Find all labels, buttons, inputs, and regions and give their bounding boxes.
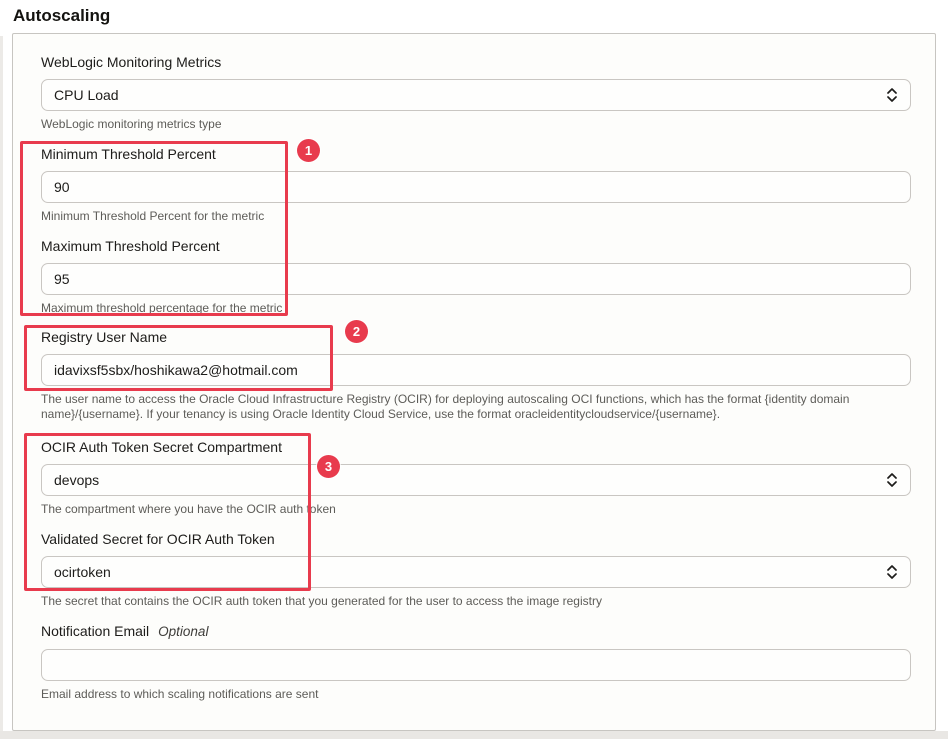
notification-email-label-text: Notification Email — [41, 623, 149, 639]
field-group-notification-email: Notification Email Optional Email address… — [41, 621, 911, 702]
ocir-compartment-help: The compartment where you have the OCIR … — [41, 502, 911, 517]
registry-user-name-input[interactable] — [41, 354, 911, 386]
field-group-ocir-compartment: OCIR Auth Token Secret Compartment devop… — [41, 437, 911, 517]
weblogic-monitoring-metrics-label: WebLogic Monitoring Metrics — [41, 52, 911, 72]
ocir-secret-label: Validated Secret for OCIR Auth Token — [41, 529, 911, 549]
annotation-badge-2: 2 — [345, 320, 368, 343]
page-title: Autoscaling — [13, 6, 110, 26]
chevron-up-down-icon — [886, 564, 898, 580]
notification-email-help: Email address to which scaling notificat… — [41, 687, 911, 702]
maximum-threshold-input[interactable] — [41, 263, 911, 295]
ocir-secret-help: The secret that contains the OCIR auth t… — [41, 594, 911, 609]
minimum-threshold-help: Minimum Threshold Percent for the metric — [41, 209, 911, 224]
notification-email-label: Notification Email Optional — [41, 621, 911, 642]
field-group-weblogic-monitoring-metrics: WebLogic Monitoring Metrics CPU Load Web… — [41, 52, 911, 132]
weblogic-monitoring-metrics-select[interactable]: CPU Load — [41, 79, 911, 111]
field-group-maximum-threshold: Maximum Threshold Percent Maximum thresh… — [41, 236, 911, 316]
chevron-up-down-icon — [886, 472, 898, 488]
weblogic-monitoring-metrics-help: WebLogic monitoring metrics type — [41, 117, 911, 132]
field-group-minimum-threshold: Minimum Threshold Percent Minimum Thresh… — [41, 144, 911, 224]
maximum-threshold-label: Maximum Threshold Percent — [41, 236, 911, 256]
maximum-threshold-help: Maximum threshold percentage for the met… — [41, 301, 911, 316]
registry-user-name-help: The user name to access the Oracle Cloud… — [41, 392, 911, 422]
window-bottom-edge — [0, 731, 948, 739]
window-left-edge — [0, 36, 3, 739]
ocir-compartment-label: OCIR Auth Token Secret Compartment — [41, 437, 911, 457]
ocir-compartment-value: devops — [54, 472, 99, 488]
ocir-secret-value: ocirtoken — [54, 564, 111, 580]
ocir-secret-select[interactable]: ocirtoken — [41, 556, 911, 588]
weblogic-monitoring-metrics-value: CPU Load — [54, 87, 119, 103]
minimum-threshold-label: Minimum Threshold Percent — [41, 144, 911, 164]
annotation-badge-1: 1 — [297, 139, 320, 162]
field-group-ocir-secret: Validated Secret for OCIR Auth Token oci… — [41, 529, 911, 609]
field-group-registry-user-name: Registry User Name The user name to acce… — [41, 327, 911, 422]
registry-user-name-label: Registry User Name — [41, 327, 911, 347]
chevron-up-down-icon — [886, 87, 898, 103]
ocir-compartment-select[interactable]: devops — [41, 464, 911, 496]
annotation-badge-3: 3 — [317, 455, 340, 478]
optional-tag: Optional — [158, 624, 208, 639]
notification-email-input[interactable] — [41, 649, 911, 681]
autoscaling-form-panel: WebLogic Monitoring Metrics CPU Load Web… — [12, 33, 936, 731]
minimum-threshold-input[interactable] — [41, 171, 911, 203]
